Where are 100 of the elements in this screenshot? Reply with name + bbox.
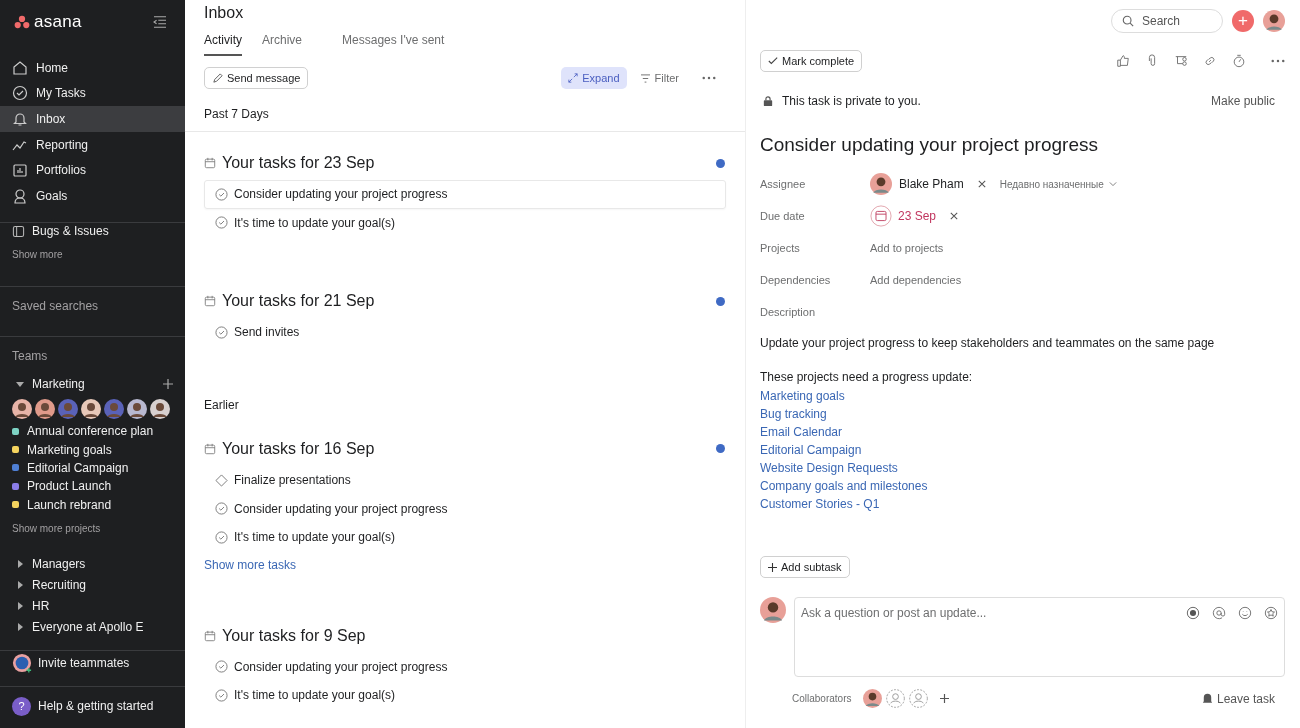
section-heading: Earlier xyxy=(204,396,240,414)
expand-button[interactable]: Expand xyxy=(561,67,627,89)
filter-button[interactable]: Filter xyxy=(632,67,686,89)
collapse-sidebar-icon[interactable] xyxy=(153,15,167,28)
close-icon[interactable] xyxy=(977,180,986,188)
saved-searches-heading[interactable]: Saved searches xyxy=(0,287,185,324)
recent-assignees-dropdown[interactable]: Недавно назначенные xyxy=(999,178,1117,190)
task-title[interactable]: Consider updating your project progress xyxy=(760,108,1285,156)
due-date[interactable]: 23 Sep xyxy=(898,209,937,223)
task-row[interactable]: Consider updating your project progress xyxy=(204,494,726,523)
record-icon[interactable] xyxy=(1186,606,1200,620)
tab[interactable]: Archive xyxy=(262,28,303,56)
add-icon[interactable] xyxy=(163,379,173,389)
sidebar-nav-item[interactable]: Inbox xyxy=(0,106,185,132)
task-row[interactable]: Consider updating your project progress xyxy=(204,180,726,209)
calendar-icon xyxy=(204,629,216,642)
notification-title[interactable]: Your tasks for 9 Sep xyxy=(222,626,726,645)
task-row[interactable]: It's time to update your goal(s) xyxy=(204,522,726,552)
like-icon[interactable] xyxy=(1116,54,1130,68)
project-link[interactable]: Marketing goals xyxy=(760,389,845,403)
asana-logo[interactable]: asana xyxy=(14,11,82,32)
sidebar-nav-item[interactable]: My Tasks xyxy=(0,80,185,107)
timer-icon[interactable] xyxy=(1232,54,1246,68)
lock-icon xyxy=(763,96,773,106)
field-label: Description xyxy=(760,306,817,318)
board-icon xyxy=(12,224,25,238)
team-item[interactable]: Recruiting xyxy=(0,574,185,596)
task-row[interactable]: Consider updating your project progress xyxy=(204,652,726,682)
check-circle-icon[interactable] xyxy=(215,326,228,339)
emoji-icon[interactable] xyxy=(1238,606,1252,620)
field-value[interactable]: Add to projects xyxy=(870,242,944,254)
send-message-button[interactable]: Send message xyxy=(204,67,309,89)
more-options-icon[interactable] xyxy=(1271,59,1285,63)
close-icon[interactable] xyxy=(950,212,959,220)
diamond-icon[interactable] xyxy=(215,473,228,487)
add-subtask-button[interactable]: Add subtask xyxy=(760,556,850,578)
field-value[interactable]: Add dependencies xyxy=(870,274,962,286)
project-link[interactable]: Company goals and milestones xyxy=(760,479,928,493)
task-row[interactable]: It's time to update your goal(s) xyxy=(204,208,726,238)
project-link[interactable]: Website Design Requests xyxy=(760,461,898,475)
sidebar-nav-item[interactable]: Portfolios xyxy=(0,157,185,183)
notification-title[interactable]: Your tasks for 21 Sep xyxy=(222,292,710,311)
user-avatar[interactable] xyxy=(1263,10,1285,32)
check-circle-icon[interactable] xyxy=(215,216,228,230)
check-circle-icon[interactable] xyxy=(215,187,228,201)
leave-task-button[interactable]: Leave task xyxy=(1200,691,1275,706)
sidebar-project-item[interactable]: Annual conference plan xyxy=(0,422,185,441)
more-options-icon[interactable] xyxy=(702,76,716,80)
collaborator-avatar[interactable] xyxy=(863,689,883,708)
task-row[interactable]: Finalize presentations xyxy=(204,465,726,495)
show-more-link[interactable]: Show more xyxy=(0,240,185,274)
sidebar-nav-item[interactable]: Home xyxy=(0,55,185,81)
project-link[interactable]: Email Calendar xyxy=(760,425,843,439)
check-circle-icon[interactable] xyxy=(215,530,228,544)
sidebar-project-item[interactable]: Launch rebrand xyxy=(0,495,185,514)
sidebar-nav-item[interactable]: Goals xyxy=(0,182,185,209)
field-label: Dependencies xyxy=(760,274,832,286)
team-item[interactable]: Marketing xyxy=(0,373,185,394)
team-item[interactable]: HR xyxy=(0,595,185,617)
privacy-notice: This task is private to you. xyxy=(782,94,922,108)
sidebar-project-item[interactable]: Product Launch xyxy=(0,477,185,496)
team-item[interactable]: Everyone at Apollo E xyxy=(0,616,185,638)
show-more-projects-link[interactable]: Show more projects xyxy=(0,513,185,547)
add-icon[interactable] xyxy=(940,694,950,703)
project-link[interactable]: Customer Stories - Q1 xyxy=(760,497,880,511)
notification-title[interactable]: Your tasks for 16 Sep xyxy=(222,439,710,458)
sidebar-project-item[interactable]: Bugs & Issues xyxy=(0,222,185,241)
mention-icon[interactable] xyxy=(1212,606,1226,620)
calendar-icon xyxy=(204,157,216,169)
subtask-icon[interactable] xyxy=(1174,54,1188,68)
show-more-tasks-link[interactable]: Show more tasks xyxy=(204,551,726,572)
avatar-icon[interactable] xyxy=(150,399,170,419)
sidebar-project-item[interactable]: Editorial Campaign xyxy=(0,458,185,478)
project-link[interactable]: Editorial Campaign xyxy=(760,443,862,457)
link-icon[interactable] xyxy=(1203,54,1217,68)
task-row[interactable]: It's time to update your goal(s) xyxy=(204,681,726,710)
notification-title[interactable]: Your tasks for 23 Sep xyxy=(222,154,710,172)
tab[interactable]: Messages I've sent xyxy=(342,28,445,56)
check-circle-icon[interactable] xyxy=(215,502,228,516)
filter-icon xyxy=(639,73,651,83)
check-circle-icon[interactable] xyxy=(215,688,228,702)
tab[interactable]: Activity xyxy=(204,28,242,56)
add-collaborator-icon[interactable] xyxy=(909,689,929,708)
team-item[interactable]: Managers xyxy=(0,553,185,575)
make-public-button[interactable]: Make public xyxy=(1210,94,1275,108)
avatar-icon[interactable] xyxy=(127,399,147,419)
project-link[interactable]: Bug tracking xyxy=(760,407,827,421)
invite-teammates-button[interactable]: Invite teammates xyxy=(0,651,185,674)
avatar-icon[interactable] xyxy=(35,399,55,419)
star-icon[interactable] xyxy=(1264,606,1278,620)
assignee-name[interactable]: Blake Pham xyxy=(899,177,964,191)
check-circle-icon[interactable] xyxy=(215,660,228,674)
task-row[interactable]: Send invites xyxy=(204,318,726,347)
avatar-icon[interactable] xyxy=(12,399,32,419)
mark-complete-button[interactable]: Mark complete xyxy=(760,50,863,72)
comment-field[interactable]: Ask a question or post an update... xyxy=(794,597,1285,677)
help-button[interactable]: ? Help & getting started xyxy=(0,687,185,728)
sidebar-project-item[interactable]: Marketing goals xyxy=(0,440,185,459)
sidebar-nav-item[interactable]: Reporting xyxy=(0,131,185,158)
avatar-icon[interactable] xyxy=(81,399,101,419)
